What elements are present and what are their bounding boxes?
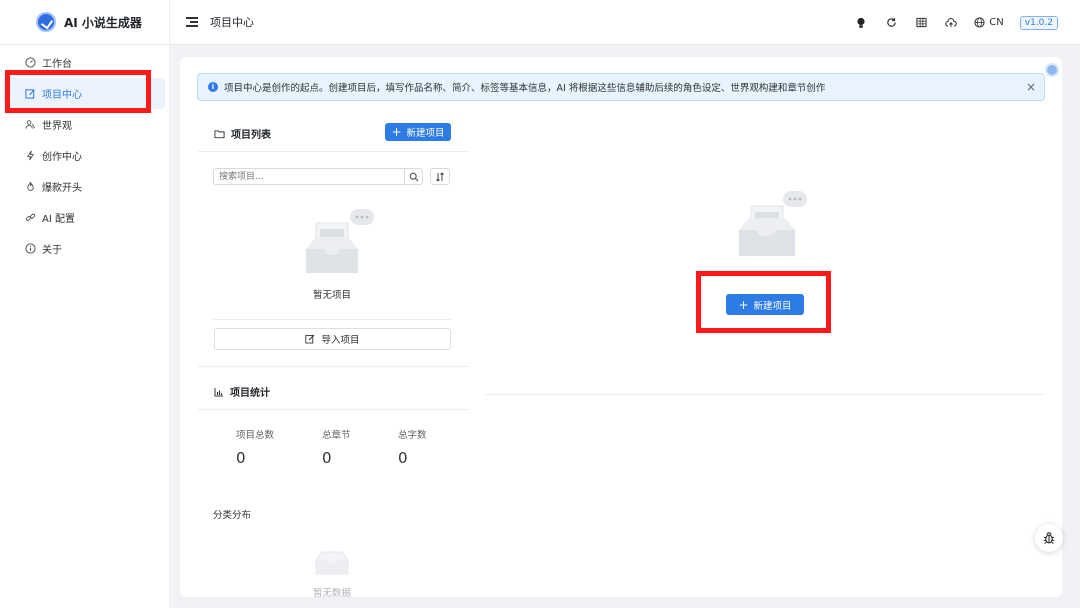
- sidebar-item-label: 关于: [42, 245, 62, 256]
- collapse-menu-icon[interactable]: [186, 17, 198, 27]
- divider: [198, 366, 469, 367]
- alert-text: 项目中心是创作的起点。创建项目后，填写作品名称、简介、标签等基本信息，AI 将根…: [224, 83, 826, 94]
- stat-value: 0: [398, 449, 408, 467]
- language-switch[interactable]: CN: [974, 17, 1004, 28]
- table-icon[interactable]: [914, 16, 928, 30]
- stat-value: 0: [236, 449, 246, 467]
- lightning-icon: [24, 150, 36, 162]
- stat-total-words: 总字数 0: [398, 427, 427, 467]
- sidebar-item-worldview[interactable]: 世界观: [4, 109, 165, 140]
- bug-report-button[interactable]: [1035, 524, 1063, 552]
- bug-icon: [1043, 532, 1055, 544]
- import-icon: [305, 334, 315, 344]
- cloud-icon[interactable]: [944, 16, 958, 30]
- project-list-title: 项目列表: [214, 126, 271, 141]
- lightbulb-icon[interactable]: [854, 16, 868, 30]
- app-logo-icon: [36, 12, 56, 32]
- annotation-highlight: [5, 70, 151, 113]
- sidebar-item-hot-openings[interactable]: 爆款开头: [4, 171, 165, 202]
- sidebar-item-label: 创作中心: [42, 152, 82, 163]
- stat-label: 总字数: [398, 430, 427, 441]
- dashboard-icon: [24, 57, 36, 69]
- divider: [213, 319, 452, 320]
- fire-icon: [24, 181, 36, 193]
- brand: AI 小说生成器: [0, 0, 170, 45]
- bar-chart-icon: [214, 387, 223, 396]
- folder-icon: [214, 129, 225, 138]
- link-icon: [24, 212, 36, 224]
- close-icon[interactable]: ×: [1026, 80, 1036, 94]
- top-header: AI 小说生成器 项目中心 CN v1.0.2: [0, 0, 1080, 45]
- search-input[interactable]: [214, 169, 404, 184]
- info-icon: i: [208, 82, 218, 92]
- app-title: AI 小说生成器: [64, 15, 142, 30]
- info-icon: [24, 243, 36, 255]
- plus-icon: +: [391, 125, 402, 139]
- version-badge: v1.0.2: [1019, 15, 1058, 30]
- sort-icon: [436, 171, 444, 182]
- stat-value: 0: [322, 449, 332, 467]
- sidebar-item-ai-config[interactable]: AI 配置: [4, 202, 165, 233]
- stat-total-projects: 项目总数 0: [236, 427, 274, 467]
- people-icon: [24, 119, 36, 131]
- header-actions: CN v1.0.2: [854, 0, 1058, 45]
- empty-projects-text: 暂无项目: [313, 290, 352, 301]
- sidebar-item-label: 世界观: [42, 121, 72, 132]
- language-label: CN: [989, 17, 1004, 28]
- empty-data-text: 暂无数据: [313, 588, 352, 599]
- empty-inbox-illustration: [300, 205, 380, 283]
- settings-badge-icon[interactable]: [1045, 63, 1059, 77]
- stat-total-chapters: 总章节 0: [322, 427, 351, 467]
- sidebar: 工作台 项目中心 世界观 创作中心 爆款开头 AI 配置 关于: [0, 45, 170, 608]
- sort-button[interactable]: [430, 168, 450, 185]
- globe-icon: [974, 17, 985, 28]
- divider: [198, 409, 469, 410]
- search-icon[interactable]: [404, 169, 422, 184]
- empty-inbox-illustration: [733, 188, 813, 266]
- sidebar-item-label: 爆款开头: [42, 183, 82, 194]
- sidebar-item-creation-center[interactable]: 创作中心: [4, 140, 165, 171]
- new-project-button[interactable]: + 新建项目: [385, 123, 451, 141]
- search-field[interactable]: [213, 168, 423, 185]
- info-alert: i 项目中心是创作的起点。创建项目后，填写作品名称、简介、标签等基本信息，AI …: [197, 73, 1045, 101]
- sidebar-item-label: AI 配置: [42, 214, 75, 225]
- annotation-highlight: [696, 271, 831, 333]
- stat-label: 总章节: [322, 430, 351, 441]
- sidebar-item-about[interactable]: 关于: [4, 233, 165, 264]
- project-stats-title: 项目统计: [214, 384, 270, 399]
- sidebar-item-label: 工作台: [42, 59, 72, 70]
- divider: [198, 151, 469, 152]
- empty-data-illustration: [314, 548, 350, 579]
- category-distribution-label: 分类分布: [213, 510, 252, 521]
- refresh-icon[interactable]: [884, 16, 898, 30]
- stat-label: 项目总数: [236, 430, 275, 441]
- import-project-button[interactable]: 导入项目: [214, 328, 451, 350]
- page-title: 项目中心: [210, 16, 254, 29]
